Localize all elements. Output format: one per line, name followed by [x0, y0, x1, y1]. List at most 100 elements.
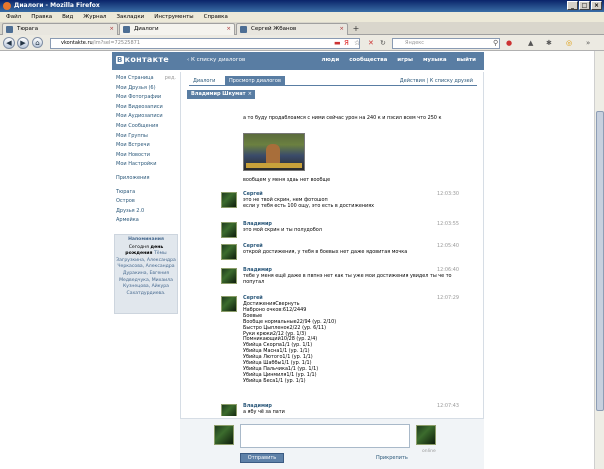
- vk-favicon: [6, 26, 13, 33]
- message-time: 12:07:43: [437, 403, 459, 409]
- forward-arrow-icon[interactable]: ▶: [17, 37, 29, 49]
- menu-chevron-icon[interactable]: »: [586, 39, 590, 47]
- yandex-icon[interactable]: Я: [344, 39, 349, 47]
- addon2-icon[interactable]: ◎: [566, 39, 572, 47]
- reminders-title: Напоминания: [128, 237, 164, 242]
- sender-avatar[interactable]: [221, 296, 237, 312]
- sender-avatar[interactable]: [221, 222, 237, 238]
- nav-people[interactable]: люди: [322, 57, 340, 63]
- addon-icon[interactable]: ●: [506, 39, 512, 47]
- menu-tools[interactable]: Инструменты: [154, 12, 193, 22]
- star-icon[interactable]: ☆: [354, 39, 360, 47]
- tab-label: Диалоги: [134, 26, 159, 32]
- my-avatar[interactable]: [214, 425, 234, 445]
- nav-logout[interactable]: выйти: [457, 57, 476, 63]
- nav-music[interactable]: музыка: [423, 57, 447, 63]
- back-arrow-icon[interactable]: ◀: [3, 37, 15, 49]
- menu-apps[interactable]: Приложения: [116, 174, 176, 184]
- menu-my-groups[interactable]: Мои Группы: [116, 132, 176, 142]
- stop-icon[interactable]: ✕: [368, 39, 374, 47]
- nav-communities[interactable]: сообщества: [349, 57, 387, 63]
- actions-links[interactable]: Действия | К списку друзей: [396, 76, 477, 86]
- remove-recipient-icon[interactable]: ×: [248, 90, 252, 99]
- message-item: Владимир 12:06:40 тебе у меня ещё даже в…: [243, 267, 459, 286]
- attach-link[interactable]: Прикрепить: [376, 455, 408, 461]
- menu-app-army[interactable]: Армейка: [116, 216, 176, 226]
- menu-app-friends[interactable]: Друзья 2.0: [116, 207, 176, 217]
- sender-avatar[interactable]: [221, 404, 237, 416]
- maximize-button[interactable]: □: [579, 1, 590, 10]
- close-tab-icon[interactable]: ×: [339, 24, 344, 35]
- home-icon[interactable]: ⌂: [32, 37, 43, 48]
- menu-my-videos[interactable]: Мои Видеозаписи: [116, 103, 176, 113]
- new-tab-icon[interactable]: +: [350, 24, 362, 34]
- back-to-dialogs-label: К списку диалогов: [190, 57, 246, 63]
- top-navigation: люди сообщества игры музыка выйти: [322, 57, 476, 63]
- message-text: а ябу чё за пати: [243, 409, 285, 415]
- message-item: Сергей 12:05:40 открой достижения, у теб…: [243, 243, 459, 256]
- scrollbar-thumb[interactable]: [596, 111, 604, 411]
- send-button[interactable]: Отправить: [240, 453, 284, 463]
- close-tab-icon[interactable]: ×: [226, 24, 231, 35]
- menu-view[interactable]: Вид: [62, 12, 73, 22]
- menu-my-audio[interactable]: Мои Аудиозаписи: [116, 112, 176, 122]
- window-title: Диалоги - Mozilla Firefox: [14, 2, 100, 9]
- reload-icon[interactable]: ↻: [380, 39, 386, 47]
- menu-my-settings[interactable]: Мои Настройки: [116, 160, 176, 170]
- vk-logo[interactable]: Вконтакте: [116, 55, 169, 64]
- reminders-names[interactable]: Тёмы Загрузкина, Александра Черкасова, А…: [116, 251, 176, 296]
- game-screenshot-image[interactable]: [243, 133, 305, 171]
- tab-dialogs[interactable]: Диалоги ×: [119, 23, 235, 35]
- menu-help[interactable]: Справка: [204, 12, 228, 22]
- menu-history[interactable]: Журнал: [83, 12, 106, 22]
- close-tab-icon[interactable]: ×: [109, 24, 114, 35]
- close-window-button[interactable]: ×: [591, 1, 602, 10]
- message-text: тебе у меня ещё даже в пвпнэ нет как ты …: [243, 273, 452, 285]
- menu-bookmarks[interactable]: Закладки: [116, 12, 144, 22]
- tab-sergey[interactable]: Сергей Жбанов ×: [236, 23, 348, 35]
- sender-avatar[interactable]: [221, 192, 237, 208]
- menu-edit[interactable]: Правка: [31, 12, 52, 22]
- menu-my-friends[interactable]: Мои Друзья (6): [116, 84, 176, 94]
- tab-turaga[interactable]: Тюрага ×: [2, 23, 118, 35]
- online-status: online: [422, 449, 436, 454]
- message-time: 12:03:55: [437, 221, 459, 227]
- recipient-chip: Владимир Шкумат ×: [187, 90, 255, 99]
- sender-avatar[interactable]: [221, 244, 237, 260]
- message-input[interactable]: [240, 424, 410, 448]
- address-bar[interactable]: vkontakte.ru/im?sel=72525871: [50, 38, 360, 49]
- message-text: это не твой скрин, нем фотошоп если у те…: [243, 197, 375, 209]
- menu-file[interactable]: Файл: [6, 12, 21, 22]
- message-thread[interactable]: а то буду продаблоамся с ними сейчас уро…: [181, 102, 483, 416]
- search-input[interactable]: Яндекс: [392, 38, 500, 49]
- message-time: 12:06:40: [437, 267, 459, 273]
- toolbar-icon[interactable]: ▲: [528, 39, 533, 47]
- message-time: 12:05:40: [437, 243, 459, 249]
- language-flag-icon[interactable]: ▬: [334, 39, 341, 47]
- sender-avatar[interactable]: [221, 268, 237, 284]
- message-item: Сергей 12:03:30 это не твой скрин, нем ф…: [243, 191, 459, 210]
- vk-header: Вконтакте ‹ К списку диалогов люди сообщ…: [112, 52, 484, 70]
- settings-icon[interactable]: ✱: [546, 39, 552, 47]
- menu-my-events[interactable]: Мои Встречи: [116, 141, 176, 151]
- search-icon[interactable]: ⚲: [493, 39, 498, 47]
- menu-my-page[interactable]: Моя Страница ред.: [116, 74, 176, 84]
- nav-games[interactable]: игры: [397, 57, 413, 63]
- menu-my-news[interactable]: Мои Новости: [116, 151, 176, 161]
- tab-dialogs-list[interactable]: Диалоги: [189, 76, 219, 86]
- menu-my-photos[interactable]: Мои Фотографии: [116, 93, 176, 103]
- tab-view-dialogs[interactable]: Просмотр диалогов: [225, 76, 285, 86]
- message-time: 12:07:29: [437, 295, 459, 301]
- back-to-dialogs-link[interactable]: ‹ К списку диалогов: [187, 57, 245, 63]
- firefox-icon: [3, 2, 11, 10]
- edit-menu-link[interactable]: ред.: [165, 74, 176, 84]
- recipient-avatar[interactable]: [416, 425, 436, 445]
- page-scrollbar[interactable]: [594, 51, 604, 469]
- vk-logo-text: контакте: [124, 55, 170, 64]
- menu-app-island[interactable]: Остров: [116, 197, 176, 207]
- menu-my-messages[interactable]: Мои Сообщения: [116, 122, 176, 132]
- message-text: открой достижения, у тебя в боевых нет д…: [243, 249, 408, 255]
- message-item: Владимир 12:07:43 а ябу чё за пати: [243, 403, 459, 416]
- minimize-button[interactable]: _: [567, 1, 578, 10]
- menu-app-turaga[interactable]: Тюрага: [116, 188, 176, 198]
